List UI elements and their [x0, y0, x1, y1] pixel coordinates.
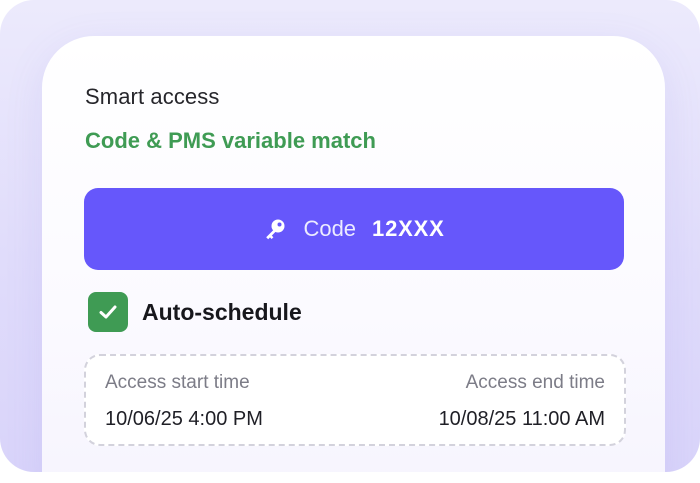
access-start-value: 10/06/25 4:00 PM — [105, 408, 263, 430]
auto-schedule-label: Auto-schedule — [142, 298, 302, 325]
access-end-value: 10/08/25 11:00 AM — [438, 408, 605, 430]
auto-schedule-toggle[interactable]: Auto-schedule — [88, 292, 302, 332]
access-end[interactable]: Access end time 10/08/25 11:00 AM — [439, 372, 605, 431]
background-frame: Smart access Code & PMS variable match C… — [0, 0, 700, 472]
code-label: Code — [303, 216, 357, 241]
access-time-range: Access start time 10/06/25 4:00 PM Acces… — [84, 354, 626, 446]
check-icon — [99, 305, 117, 319]
code-value: 12XXX — [372, 216, 445, 241]
smart-access-card: Smart access Code & PMS variable match C… — [42, 36, 665, 472]
code-button[interactable]: Code 12XXX — [84, 188, 624, 270]
access-end-label: Access end time — [465, 372, 605, 393]
access-start-label: Access start time — [105, 372, 250, 393]
auto-schedule-checkbox[interactable] — [88, 292, 128, 332]
card-title: Smart access — [85, 84, 220, 109]
match-status: Code & PMS variable match — [85, 128, 376, 153]
key-icon — [263, 217, 287, 241]
access-start[interactable]: Access start time 10/06/25 4:00 PM — [105, 372, 263, 431]
